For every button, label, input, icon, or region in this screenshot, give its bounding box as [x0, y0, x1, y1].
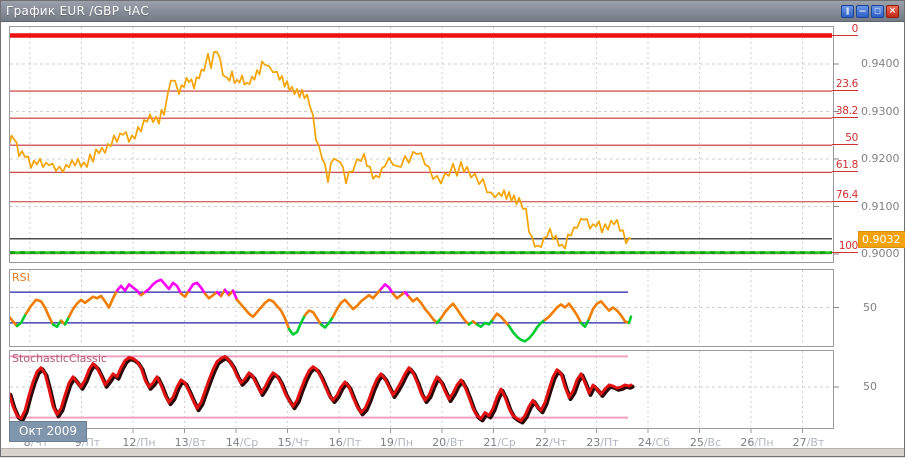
fib-level-label: 50 — [832, 132, 858, 145]
window-title: График EUR /GBP ЧАС — [6, 4, 149, 18]
close-icon[interactable]: × — [886, 5, 899, 18]
window-bottom-edge — [1, 448, 904, 456]
fib-level-label: 23.6 — [832, 78, 858, 91]
rsi-indicator-label: RSI — [12, 271, 30, 284]
window-titlebar[interactable]: График EUR /GBP ЧАС ‖ — □ × — [1, 1, 904, 22]
stochastic-level-label: 50 — [863, 380, 877, 393]
price-axis-label: 0.9100 — [861, 200, 900, 213]
current-price-tag: 0.9032 — [858, 231, 905, 248]
fib-level-label: 61.8 — [832, 159, 858, 172]
fib-level-label: 76.4 — [832, 189, 858, 202]
rsi-level-label: 50 — [863, 301, 877, 314]
fib-level-label: 100 — [832, 240, 858, 253]
price-axis-label: 0.9300 — [861, 105, 900, 118]
chart-canvas[interactable] — [1, 22, 905, 458]
window-buttons: ‖ — □ × — [841, 5, 899, 18]
maximize-icon[interactable]: □ — [871, 5, 884, 18]
price-axis-label: 0.9000 — [861, 247, 900, 260]
fib-level-label: 0 — [832, 23, 858, 36]
stochastic-indicator-label: StochasticClassic — [12, 352, 107, 365]
fib-level-label: 38.2 — [832, 105, 858, 118]
chart-content: RSI StochasticClassic 0 23.6 38.2 50 61.8 76.… — [1, 22, 904, 456]
pin-icon[interactable]: ‖ — [841, 5, 854, 18]
month-label: Окт 2009 — [9, 421, 87, 442]
price-axis-label: 0.9200 — [861, 152, 900, 165]
chart-window: График EUR /GBP ЧАС ‖ — □ × RSI Stochast… — [0, 0, 905, 457]
minimize-icon[interactable]: — — [856, 5, 869, 18]
price-axis-label: 0.9400 — [861, 57, 900, 70]
